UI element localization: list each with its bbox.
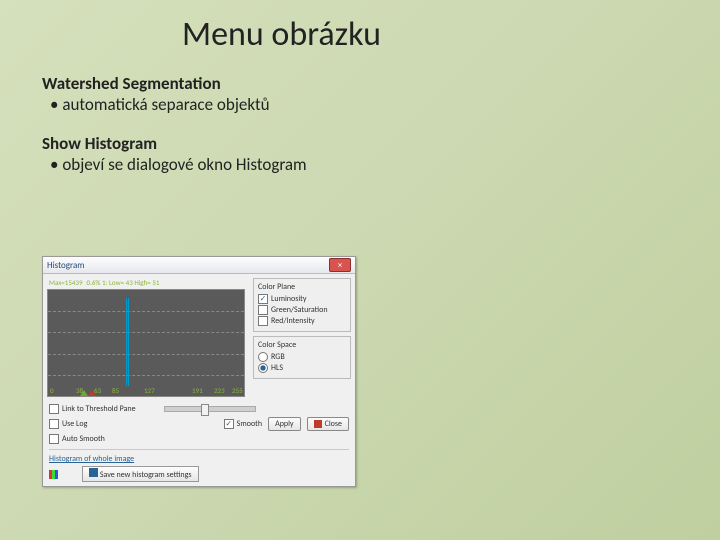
histogram-plot[interactable]: 0 38 63 85 127 191 223 255 (47, 289, 245, 397)
apply-button[interactable]: Apply (268, 417, 301, 431)
axis-tick: 255 (232, 386, 243, 395)
save-icon (89, 468, 98, 477)
radio-rgb[interactable]: RGB (258, 352, 346, 362)
histogram-whole-image-link[interactable]: Histogram of whole image (49, 454, 134, 464)
checkbox-luminosity[interactable]: Luminosity (258, 294, 346, 304)
close-icon[interactable]: × (329, 258, 351, 272)
checkbox-green-sat[interactable]: Green/Saturation (258, 305, 346, 315)
section1-heading: Watershed Segmentation (42, 73, 678, 94)
radio-hls[interactable]: HLS (258, 363, 346, 373)
axis-tick: 127 (144, 386, 155, 395)
axis-tick: 223 (214, 386, 225, 395)
axis-tick: 38 (76, 386, 83, 395)
section2-bullet: objeví se dialogové okno Histogram (50, 154, 678, 175)
smooth-slider[interactable] (164, 406, 256, 412)
section2-heading: Show Histogram (42, 133, 678, 154)
plot-max: Max=15439 (49, 278, 83, 287)
dialog-titlebar[interactable]: Histogram × (43, 257, 355, 274)
save-button-label: Save new histogram settings (100, 470, 192, 480)
plot-info: Max=15439 0.6% 1: Low= 43 High= 51 (49, 278, 245, 287)
checkbox-use-log[interactable]: Use Log (49, 419, 87, 429)
checkbox-smooth[interactable]: Smooth (224, 419, 262, 429)
checkbox-link-threshold[interactable]: Link to Threshold Pane (49, 404, 136, 414)
histogram-icon (49, 470, 58, 479)
color-plane-group: Color Plane Luminosity Green/Saturation … (253, 278, 351, 332)
color-space-group: Color Space RGB HLS (253, 336, 351, 379)
plot-range: 0.6% 1: Low= 43 High= 51 (87, 278, 160, 287)
group-title: Color Plane (258, 282, 346, 292)
axis-tick: 63 (94, 386, 101, 395)
close-button[interactable]: Close (307, 417, 349, 431)
checkbox-red-int[interactable]: Red/Intensity (258, 316, 346, 326)
axis-tick: 191 (192, 386, 203, 395)
axis-tick: 0 (50, 386, 54, 395)
section1-bullet: automatická separace objektů (50, 94, 678, 115)
dialog-title: Histogram (47, 260, 84, 271)
checkbox-auto-smooth[interactable]: Auto Smooth (49, 434, 105, 444)
histogram-peak (126, 298, 127, 386)
histogram-peak (128, 298, 129, 386)
slide-title: Menu obrázku (182, 14, 678, 55)
close-button-label: Close (325, 419, 342, 429)
group-title: Color Space (258, 340, 346, 350)
save-histogram-button[interactable]: Save new histogram settings (82, 466, 199, 482)
flag-icon (314, 420, 322, 428)
axis-tick: 85 (112, 386, 119, 395)
histogram-dialog: Histogram × Max=15439 0.6% 1: Low= 43 Hi… (42, 256, 356, 487)
